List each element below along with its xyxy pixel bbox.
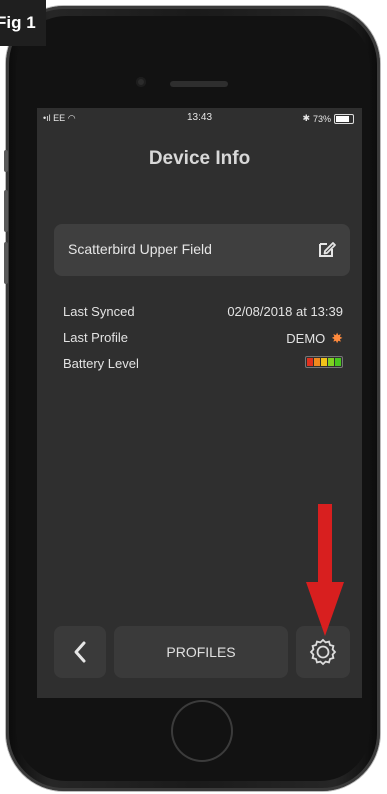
- device-name: Scatterbird Upper Field: [68, 241, 212, 257]
- battery-level-row: Battery Level: [63, 356, 343, 382]
- profiles-button[interactable]: PROFILES: [114, 626, 288, 678]
- battery-icon: [334, 113, 354, 124]
- last-synced-label: Last Synced: [63, 304, 135, 319]
- volume-up-button: [4, 190, 8, 232]
- figure-label: Fig 1: [0, 0, 46, 46]
- last-profile-value: DEMO: [286, 331, 326, 346]
- bluetooth-icon: ✱: [302, 113, 310, 123]
- red-arrow-annotation: [306, 504, 344, 636]
- last-profile-value-wrap: DEMO ✸: [286, 330, 343, 347]
- last-profile-row: Last Profile DEMO ✸: [63, 330, 343, 356]
- battery-segment: [328, 358, 334, 366]
- battery-segment: [307, 358, 313, 366]
- earpiece-speaker: [170, 81, 228, 87]
- battery-percent: 73%: [312, 113, 331, 124]
- front-camera: [136, 77, 146, 87]
- battery-level-value: [305, 356, 343, 368]
- demo-burst-icon: ✸: [331, 330, 343, 346]
- home-button[interactable]: [171, 700, 233, 762]
- status-bar: •ıl EE ◠ 13:43 ✱ 73%: [37, 108, 362, 128]
- battery-segment: [314, 358, 320, 366]
- device-info-list: Last Synced 02/08/2018 at 13:39 Last Pro…: [63, 304, 343, 382]
- last-synced-row: Last Synced 02/08/2018 at 13:39: [63, 304, 343, 330]
- volume-down-button: [4, 242, 8, 284]
- last-profile-label: Last Profile: [63, 330, 129, 345]
- status-battery: ✱ 73%: [302, 113, 354, 124]
- device-name-card[interactable]: Scatterbird Upper Field: [54, 224, 350, 276]
- chevron-left-icon: [74, 641, 86, 663]
- battery-segment: [335, 358, 341, 366]
- battery-segment: [321, 358, 327, 366]
- mute-switch: [4, 150, 8, 172]
- battery-level-icon: [305, 356, 343, 368]
- battery-level-label: Battery Level: [63, 356, 139, 371]
- last-synced-value: 02/08/2018 at 13:39: [227, 304, 343, 319]
- page-title: Device Info: [148, 148, 251, 169]
- back-button[interactable]: [54, 626, 106, 678]
- edit-icon[interactable]: [316, 238, 338, 260]
